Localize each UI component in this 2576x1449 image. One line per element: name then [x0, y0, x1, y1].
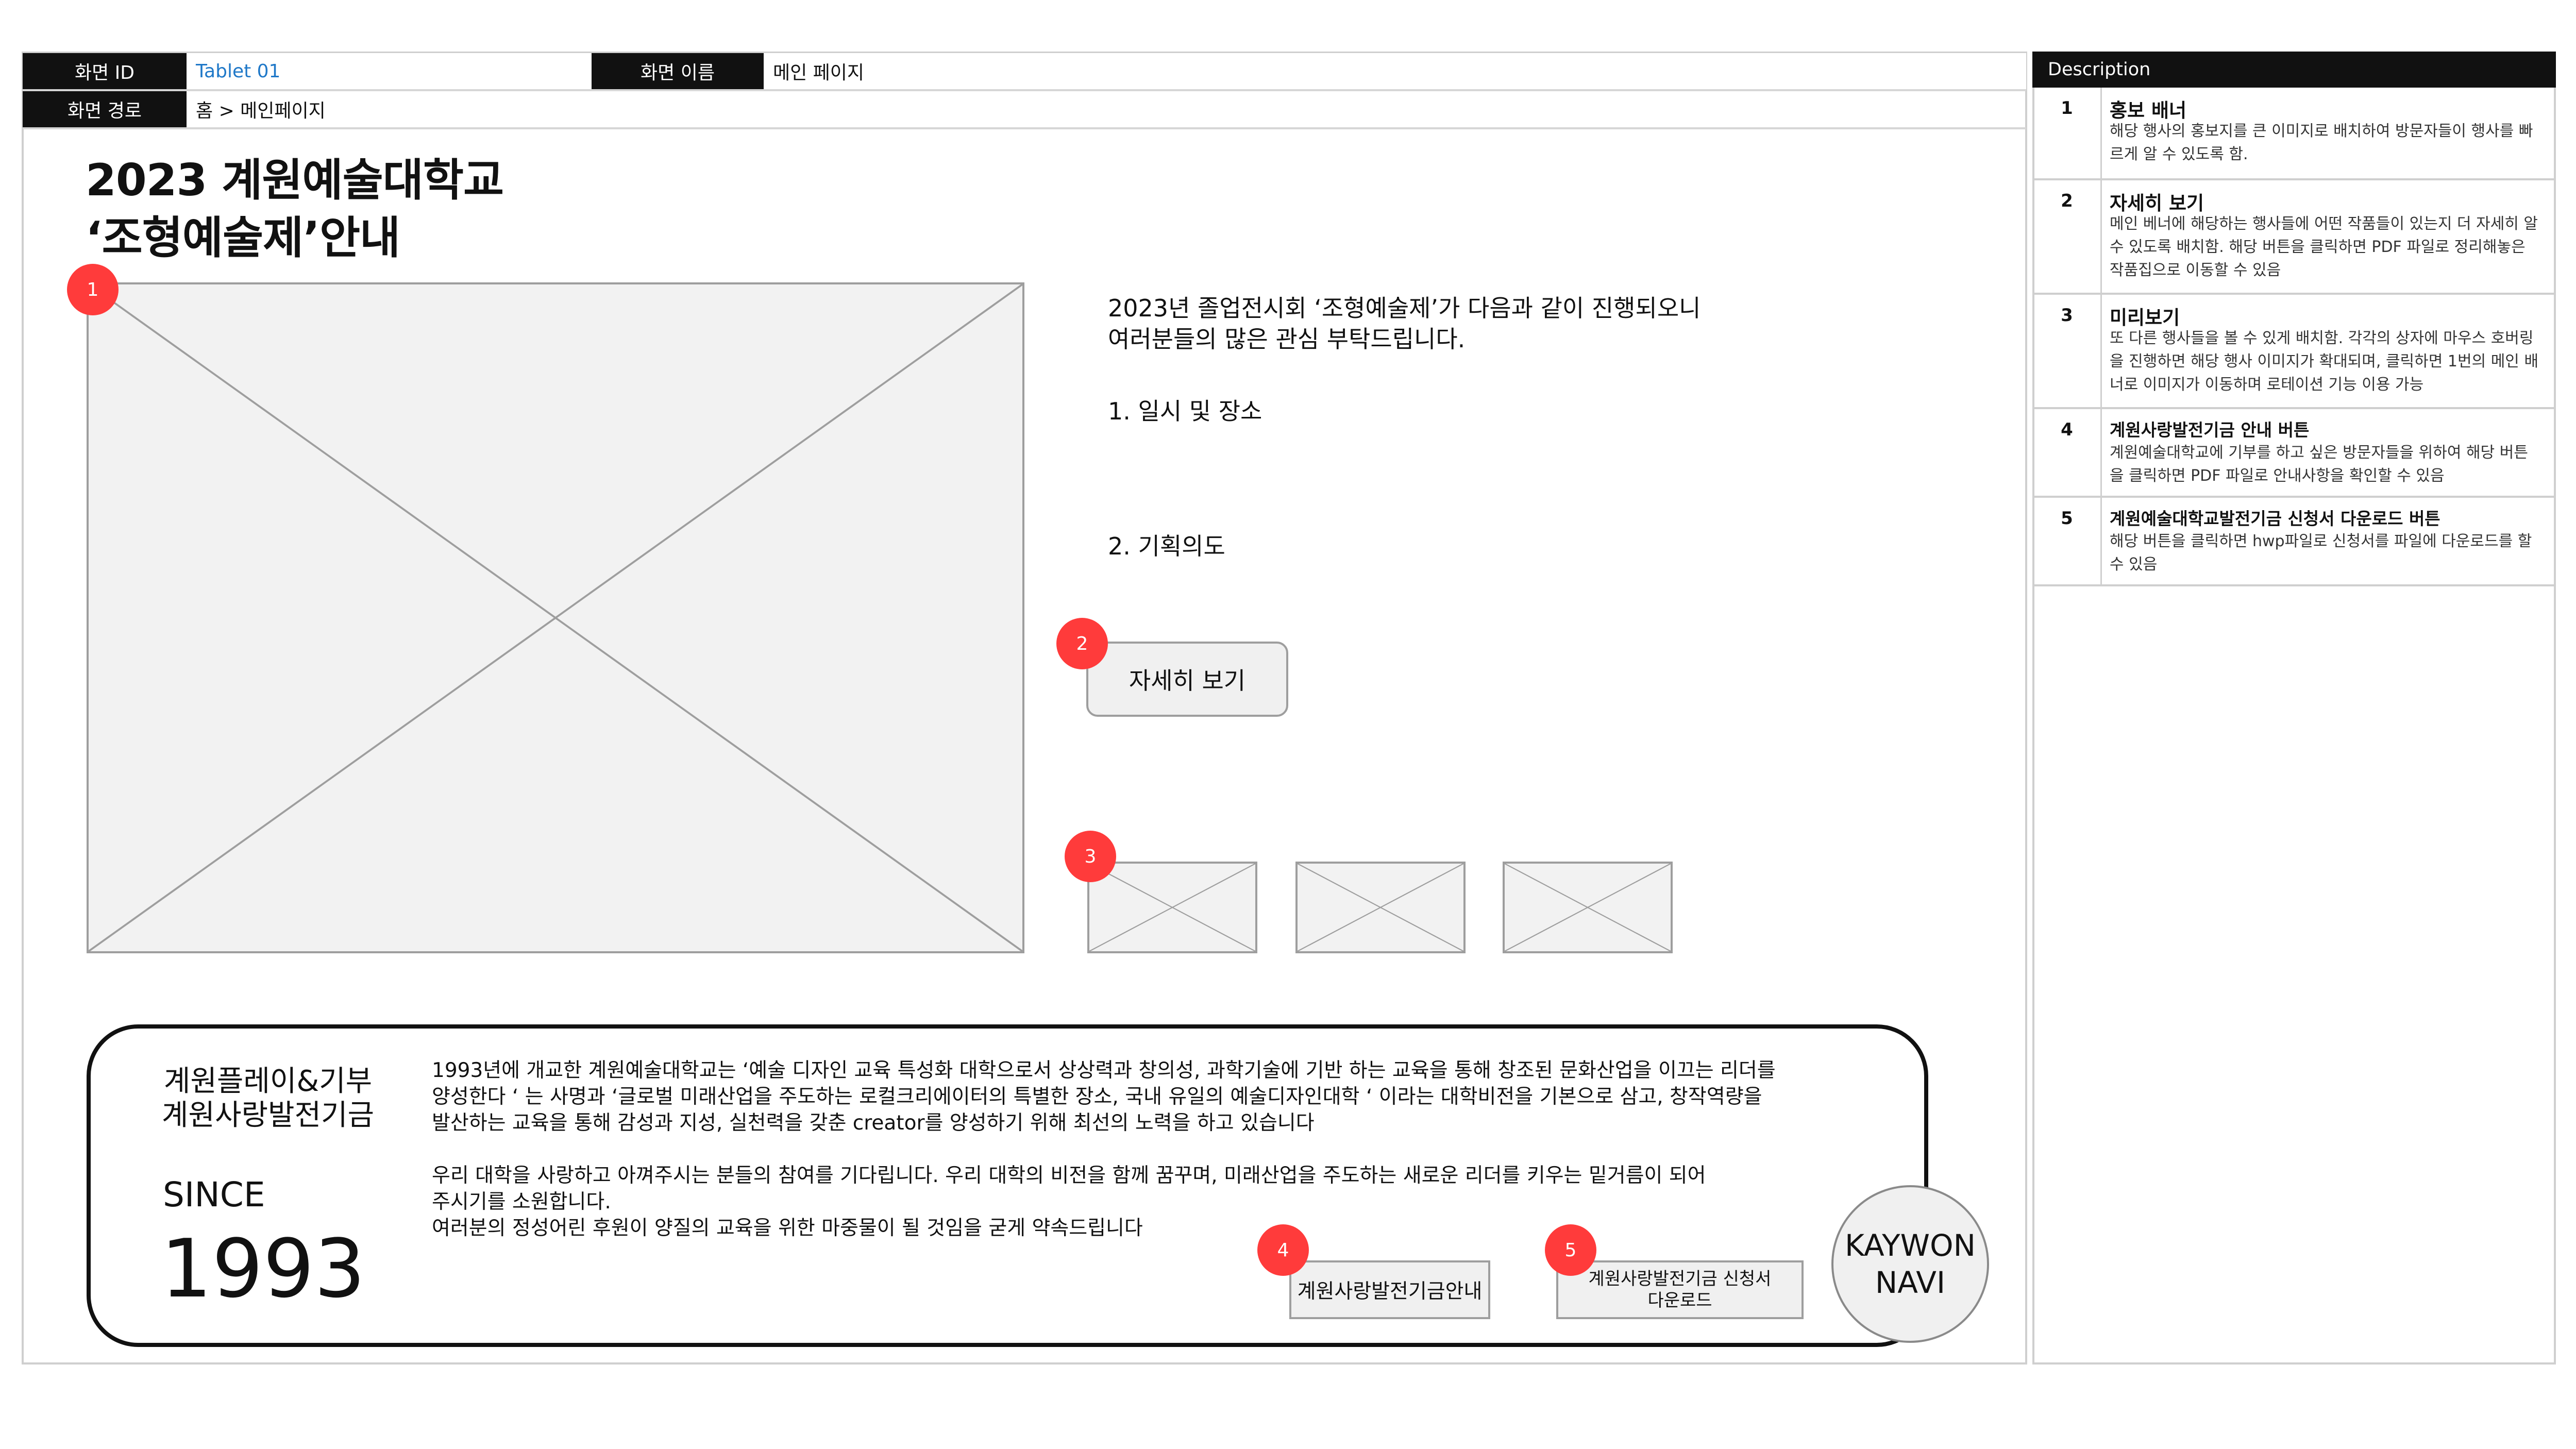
description-title: 미리보기: [2110, 307, 2180, 329]
donation-para1-line2: 양성한다 ‘ 는 사명과 ‘글로벌 미래산업을 주도하는 로컬크리에이터의 특별…: [432, 1085, 1762, 1108]
fund-download-button[interactable]: 계원사랑발전기금 신청서 다운로드: [1556, 1260, 1804, 1319]
screen-path-label: 화면 경로: [23, 91, 187, 127]
page-title-line2: ‘조형예술제’안내: [86, 212, 400, 264]
screen-name-label: 화면 이름: [592, 53, 764, 89]
donation-para2-line1: 우리 대학을 사랑하고 아껴주시는 분들의 참여를 기다립니다. 우리 대학의 …: [432, 1164, 1706, 1187]
description-row-2: 2 자세히 보기 메인 베너에 해당하는 행사들에 어떤 작품들이 있는지 더 …: [2033, 180, 2555, 295]
description-text: 계원예술대학교에 기부를 하고 싶은 방문자들을 위하여 해당 버튼을 클릭하면…: [2110, 444, 2528, 485]
thumbnail-placeholder-icon: [1298, 864, 1463, 951]
screen-id-label: 화면 ID: [23, 53, 187, 89]
annotation-badge-2: 2: [1056, 618, 1108, 669]
description-row-4: 4 계원사랑발전기금 안내 버튼 계원예술대학교에 기부를 하고 싶은 방문자들…: [2033, 409, 2555, 498]
description-title: 자세히 보기: [2110, 192, 2204, 214]
preview-thumbnail-2[interactable]: [1295, 862, 1466, 953]
promo-banner[interactable]: [87, 282, 1024, 953]
description-text: 메인 베너에 해당하는 행사들에 어떤 작품들이 있는지 더 자세히 알 수 있…: [2110, 215, 2538, 279]
annotation-badge-4: 4: [1257, 1224, 1309, 1276]
view-detail-button[interactable]: 자세히 보기: [1086, 642, 1288, 717]
fund-download-line2: 다운로드: [1647, 1290, 1712, 1311]
description-text: 해당 행사의 홍보지를 큰 이미지로 배치하여 방문자들이 행사를 빠르게 알 …: [2110, 122, 2533, 163]
event-intro: 2023년 졸업전시회 ‘조형예술제’가 다음과 같이 진행되오니 여러분들의 …: [1108, 293, 1984, 355]
description-title: 홍보 배너: [2110, 99, 2187, 122]
since-label: SINCE: [163, 1175, 265, 1215]
fund-download-line1: 계원사랑발전기금 신청서: [1588, 1269, 1772, 1289]
description-text: 해당 버튼을 클릭하면 hwp파일로 신청서를 파일에 다운로드를 할 수 있음: [2110, 532, 2532, 574]
description-title: 계원예술대학교발전기금 신청서 다운로드 버튼: [2110, 509, 2440, 529]
intro-item-date-place: 1. 일시 및 장소: [1108, 397, 1262, 425]
donation-heading: 계원플레이&기부 계원사랑발전기금: [139, 1065, 397, 1133]
description-num: 2: [2061, 191, 2073, 211]
annotation-badge-5: 5: [1545, 1224, 1596, 1276]
preview-thumbnail-1[interactable]: [1087, 862, 1257, 953]
description-num: 4: [2061, 419, 2073, 440]
header-divider-bottom: [23, 127, 2026, 129]
description-header: Description: [2032, 52, 2556, 88]
screen-id-value: Tablet 01: [187, 53, 592, 89]
description-row-5: 5 계원예술대학교발전기금 신청서 다운로드 버튼 해당 버튼을 클릭하면 hw…: [2033, 498, 2555, 586]
annotation-badge-3: 3: [1065, 831, 1116, 882]
description-num: 1: [2061, 98, 2073, 119]
preview-thumbnail-3[interactable]: [1503, 862, 1673, 953]
donation-para1-line1: 1993년에 개교한 계원예술대학교는 ‘예술 디자인 교육 특성화 대학으로서…: [432, 1059, 1776, 1082]
thumbnail-placeholder-icon: [1505, 864, 1671, 951]
description-title: 계원사랑발전기금 안내 버튼: [2110, 420, 2310, 440]
donation-heading-line1: 계원플레이&기부: [163, 1065, 373, 1098]
donation-description: 1993년에 개교한 계원예술대학교는 ‘예술 디자인 교육 특성화 대학으로서…: [432, 1057, 1926, 1241]
screen-name-value: 메인 페이지: [764, 53, 2026, 89]
page-title: 2023 계원예술대학교 ‘조형예술제’안내: [86, 151, 910, 267]
navi-line1: KAYWON: [1844, 1228, 1976, 1263]
annotation-badge-1: 1: [67, 264, 119, 315]
donation-para1-line3: 발산하는 교육을 통해 감성과 지성, 실천력을 갖춘 creator를 양성하…: [432, 1111, 1315, 1135]
description-text: 또 다른 행사들을 볼 수 있게 배치함. 각각의 상자에 마우스 호버링을 진…: [2110, 329, 2539, 394]
description-row-3: 3 미리보기 또 다른 행사들을 볼 수 있게 배치함. 각각의 상자에 마우스…: [2033, 295, 2555, 409]
description-num: 5: [2061, 508, 2073, 529]
description-row-1: 1 홍보 배너 해당 행사의 홍보지를 큰 이미지로 배치하여 방문자들이 행사…: [2033, 88, 2555, 180]
donation-para2-line2: 주시기를 소원합니다.: [432, 1190, 611, 1214]
kaywon-navi-button[interactable]: KAYWON NAVI: [1831, 1185, 1989, 1343]
fund-info-button[interactable]: 계원사랑발전기금안내: [1289, 1260, 1490, 1319]
donation-heading-line2: 계원사랑발전기금: [161, 1099, 375, 1132]
donation-para2-line3: 여러분의 정성어린 후원이 양질의 교육을 위한 마중물이 될 것임을 굳게 약…: [432, 1217, 1143, 1240]
description-num: 3: [2061, 305, 2073, 326]
page-title-line1: 2023 계원예술대학교: [86, 155, 504, 206]
navi-line2: NAVI: [1875, 1265, 1946, 1300]
since-year: 1993: [161, 1222, 366, 1316]
intro-item-purpose: 2. 기획의도: [1108, 532, 1225, 560]
image-placeholder-icon: [89, 284, 1022, 951]
breadcrumb: 홈 > 메인페이지: [187, 91, 959, 127]
thumbnail-placeholder-icon: [1089, 864, 1255, 951]
intro-line1: 2023년 졸업전시회 ‘조형예술제’가 다음과 같이 진행되오니: [1108, 294, 1701, 322]
intro-line2: 여러분들의 많은 관심 부탁드립니다.: [1108, 325, 1466, 353]
